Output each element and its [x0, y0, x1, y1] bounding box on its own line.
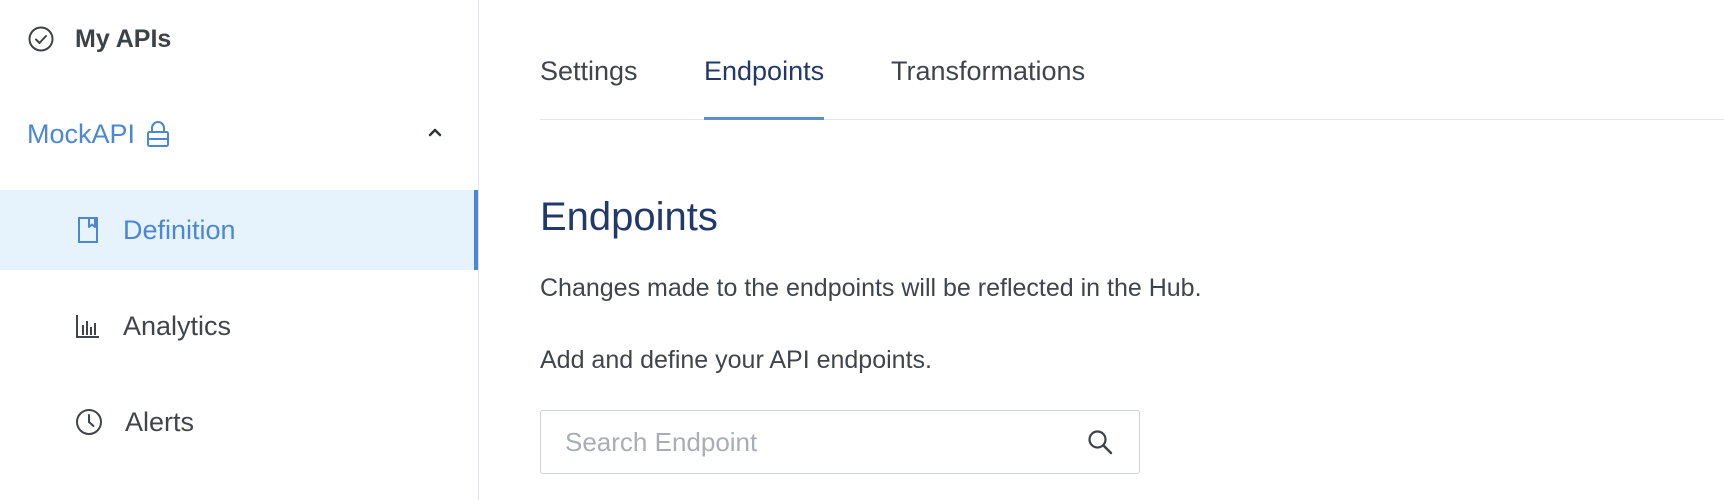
sidebar-item-label: Alerts	[125, 406, 195, 437]
endpoints-description: Changes made to the endpoints will be re…	[540, 274, 1202, 302]
sidebar-item-label: Definition	[123, 214, 236, 245]
api-name: MockAPI	[27, 118, 136, 149]
sidebar-item-label: Analytics	[123, 310, 232, 341]
chevron-up-icon[interactable]	[423, 120, 447, 144]
search-input[interactable]	[565, 426, 1085, 458]
main-content: Settings Endpoints Transformations Endpo…	[540, 0, 1724, 500]
tab-settings[interactable]: Settings	[540, 56, 638, 120]
my-apis-link[interactable]: My APIs	[27, 20, 171, 58]
sidebar-item-definition[interactable]: Definition	[0, 190, 478, 270]
check-circle-icon	[27, 25, 55, 53]
tab-transformations[interactable]: Transformations	[891, 56, 1085, 120]
tab-endpoints[interactable]: Endpoints	[704, 56, 825, 120]
sidebar: My APIs MockAPI Definition Analytics Ale…	[0, 0, 479, 500]
clock-icon	[75, 408, 103, 436]
api-selector[interactable]: MockAPI	[27, 112, 447, 156]
tab-bar: Settings Endpoints Transformations	[540, 48, 1724, 120]
bar-chart-icon	[75, 313, 101, 339]
lock-icon	[145, 120, 171, 148]
my-apis-label: My APIs	[75, 24, 172, 53]
search-icon[interactable]	[1085, 427, 1115, 457]
book-icon	[75, 216, 101, 244]
page-title: Endpoints	[540, 195, 718, 239]
endpoints-instructions: Add and define your API endpoints.	[540, 346, 932, 374]
search-box	[540, 410, 1140, 474]
sidebar-item-analytics[interactable]: Analytics	[0, 286, 478, 366]
sidebar-item-alerts[interactable]: Alerts	[0, 382, 478, 462]
